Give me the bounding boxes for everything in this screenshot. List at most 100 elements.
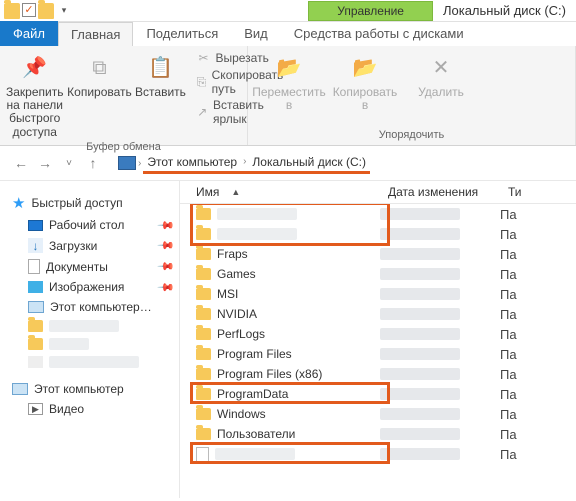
list-item[interactable]: Program Files (x86) Па — [180, 364, 576, 384]
breadcrumb-drive[interactable]: Локальный диск (C:) — [252, 155, 366, 169]
sidebar-downloads[interactable]: ↓ Загрузки 📌 — [26, 235, 175, 256]
move-to-button[interactable]: 📂 Переместить в — [254, 48, 324, 112]
sidebar-pictures[interactable]: Изображения📌 — [26, 277, 175, 297]
list-item-type: Па — [500, 327, 540, 342]
back-button[interactable]: ← — [10, 152, 32, 174]
desktop-icon — [28, 220, 43, 231]
window-title: Локальный диск (C:) — [433, 1, 576, 20]
chevron-right-icon: › — [243, 156, 246, 167]
pc-icon — [28, 301, 44, 313]
folder-icon — [196, 408, 211, 420]
list-item[interactable]: PerfLogsПа — [180, 324, 576, 344]
tab-share[interactable]: Поделиться — [133, 21, 231, 46]
delete-icon: ✕ — [425, 52, 457, 84]
pin-quickaccess-button[interactable]: 📌 Закрепить на панели быстрого доступа — [6, 48, 63, 139]
video-icon: ▶ — [28, 403, 43, 415]
column-name-header[interactable]: Имя▲ — [180, 185, 380, 199]
qat-dropdown-icon[interactable]: ▾ — [56, 3, 72, 19]
file-list: Имя▲ Дата изменения Ти ПаПаFrapsПаGamesП… — [180, 181, 576, 498]
downloads-icon: ↓ — [28, 238, 43, 253]
breadcrumb[interactable]: Этот компьютер › Локальный диск (C:) — [143, 153, 370, 174]
list-item[interactable]: MSIПа — [180, 284, 576, 304]
breadcrumb-pc[interactable]: Этот компьютер — [147, 155, 237, 169]
list-item[interactable]: Па — [180, 204, 576, 224]
list-item[interactable]: Program FilesПа — [180, 344, 576, 364]
list-item-type: Па — [500, 427, 540, 442]
paste-button[interactable]: 📋 Вставить — [135, 48, 185, 99]
list-item[interactable]: Па — [180, 224, 576, 244]
tab-view[interactable]: Вид — [231, 21, 281, 46]
list-item[interactable]: Па — [180, 444, 576, 464]
list-item[interactable]: GamesПа — [180, 264, 576, 284]
list-item-type: Па — [500, 307, 540, 322]
folder-icon — [196, 328, 211, 340]
delete-button[interactable]: ✕ Удалить — [406, 48, 476, 99]
pin-icon: 📌 — [19, 52, 51, 84]
pin-icon: 📌 — [157, 257, 176, 276]
tab-home[interactable]: Главная — [58, 22, 133, 46]
pin-icon: 📌 — [157, 236, 176, 255]
copy-to-button[interactable]: 📂 Копировать в — [330, 48, 400, 112]
copy-button[interactable]: ⧉ Копировать — [69, 48, 129, 99]
sidebar-documents[interactable]: Документы📌 — [26, 256, 175, 277]
app-icon — [4, 3, 20, 19]
list-item[interactable]: ProgramData Па — [180, 384, 576, 404]
sidebar-quick-access[interactable]: ★Быстрый доступ — [10, 191, 175, 215]
address-bar: ← → ˅ ↑ › Этот компьютер › Локальный дис… — [0, 146, 576, 181]
sidebar-item-label: Этот компьютер… — [50, 300, 152, 314]
list-item-date — [380, 348, 460, 360]
navigation-pane: ★Быстрый доступ Рабочий стол📌 ↓ Загрузки 📌… — [0, 181, 180, 498]
sidebar-desktop[interactable]: Рабочий стол📌 — [26, 215, 175, 235]
pictures-icon — [28, 281, 43, 293]
sidebar-blur-3[interactable] — [26, 353, 175, 371]
list-item[interactable]: WindowsПа — [180, 404, 576, 424]
list-item-type: Па — [500, 387, 540, 402]
list-item-date — [380, 388, 460, 400]
forward-button[interactable]: → — [34, 152, 56, 174]
list-item-name: Fraps — [217, 247, 248, 261]
list-item-name: ProgramData — [217, 387, 288, 401]
qat-folder-icon[interactable] — [38, 3, 54, 19]
rows: ПаПаFrapsПаGamesПаMSIПаNVIDIAПаPerfLogsП… — [180, 204, 576, 498]
tab-drive-tools[interactable]: Средства работы с дисками — [281, 21, 477, 46]
list-item[interactable]: NVIDIAПа — [180, 304, 576, 324]
col-date-label: Дата изменения — [388, 185, 478, 199]
sidebar-videos[interactable]: ▶Видео — [26, 399, 175, 419]
sidebar-this-pc[interactable]: Этот компьютер — [10, 379, 175, 399]
list-item-name: Games — [217, 267, 256, 281]
sidebar-item-label: Быстрый доступ — [31, 196, 122, 210]
sidebar-blur-1[interactable] — [26, 317, 175, 335]
folder-icon — [196, 248, 211, 260]
list-item-date — [380, 428, 460, 440]
body: ★Быстрый доступ Рабочий стол📌 ↓ Загрузки 📌… — [0, 181, 576, 498]
qat-checkbox-icon[interactable]: ✓ — [22, 3, 36, 17]
sidebar-blur-2[interactable] — [26, 335, 175, 353]
paste-icon: 📋 — [144, 52, 176, 84]
folder-icon — [196, 388, 211, 400]
pin-icon: 📌 — [157, 278, 176, 297]
sort-asc-icon: ▲ — [231, 187, 240, 197]
up-button[interactable]: ↑ — [82, 152, 104, 174]
title-bar: ✓ ▾ Управление Локальный диск (C:) — [0, 0, 576, 22]
sidebar-item-label: Загрузки — [49, 239, 97, 253]
list-item[interactable]: ПользователиПа — [180, 424, 576, 444]
list-item-type: Па — [500, 367, 540, 382]
column-date-header[interactable]: Дата изменения — [380, 185, 500, 199]
tab-file[interactable]: Файл — [0, 21, 58, 46]
pc-icon — [118, 156, 136, 170]
list-item-date — [380, 268, 460, 280]
context-tab-label: Управление — [308, 1, 433, 21]
list-item-type: Па — [500, 247, 540, 262]
moveto-icon: 📂 — [273, 52, 305, 84]
list-item-type: Па — [500, 447, 540, 462]
paste-label: Вставить — [135, 86, 186, 99]
recent-dropdown[interactable]: ˅ — [58, 152, 80, 174]
sidebar-item-label — [49, 320, 119, 332]
sidebar-this-pc-short[interactable]: Этот компьютер… — [26, 297, 175, 317]
column-type-header[interactable]: Ти — [500, 185, 540, 199]
list-item-date — [380, 228, 460, 240]
document-icon — [28, 259, 40, 274]
list-item-name: Program Files (x86) — [217, 367, 322, 381]
shortcut-icon: ↗ — [195, 104, 209, 120]
list-item[interactable]: Fraps Па — [180, 244, 576, 264]
